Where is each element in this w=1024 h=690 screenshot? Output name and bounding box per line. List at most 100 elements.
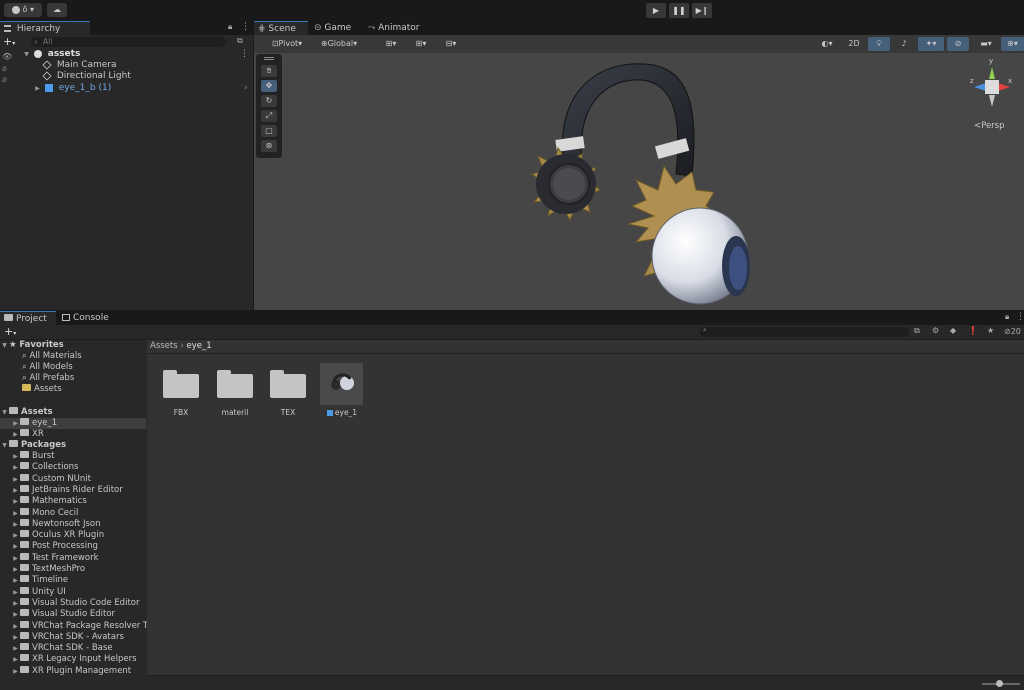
tab-animator[interactable]: ⤳ Animator (364, 21, 424, 35)
package-item[interactable]: ▶ XR Plugin Management (0, 665, 146, 677)
package-item[interactable]: ▶ Unity UI (0, 586, 146, 598)
grid-snap-dropdown[interactable]: ⊞▾ (378, 37, 404, 51)
breadcrumb-root[interactable]: Assets (150, 341, 178, 351)
pivot-dropdown[interactable]: ⊡Pivot▾ (264, 37, 310, 51)
filter-log-icon[interactable]: ❗ (968, 326, 978, 335)
package-item[interactable]: ▶ Burst (0, 451, 146, 462)
scene-root-row[interactable]: ▼ assets (22, 49, 253, 60)
chevron-right-icon[interactable]: › (244, 83, 248, 93)
package-item[interactable]: ▶ VRChat SDK - Base (0, 643, 146, 654)
favorite-item[interactable]: Assets (0, 384, 146, 395)
hierarchy-item[interactable]: Directional Light (42, 70, 131, 82)
package-item[interactable]: ▶ JetBrains Rider Editor (0, 484, 146, 496)
tab-hierarchy[interactable]: Hierarchy (0, 21, 90, 35)
favorites-header[interactable]: ▼ ★ Favorites (0, 340, 146, 351)
prefab-thumbnail[interactable] (320, 363, 363, 405)
hierarchy-item[interactable]: Main Camera (42, 59, 117, 71)
persp-toggle[interactable]: <Persp (974, 121, 1005, 131)
2d-toggle[interactable]: 2D (843, 37, 865, 51)
kebab-menu-icon[interactable]: ⋮ (1016, 312, 1024, 322)
increment-dropdown[interactable]: ⊟▾ (438, 37, 464, 51)
breadcrumb-current[interactable]: eye_1 (186, 341, 211, 351)
gameobject-icon (42, 70, 52, 81)
package-item[interactable]: ▶ Visual Studio Editor (0, 609, 146, 620)
move-tool-icon[interactable]: ✥ (261, 80, 277, 92)
hierarchy-search-row: +▾ ⌕ All ⧉ (0, 35, 253, 48)
scene-menu-icon[interactable]: ⋮ (240, 49, 249, 59)
tab-project[interactable]: Project (0, 311, 56, 325)
package-item[interactable]: ▶ Newtonsoft Json (0, 518, 146, 530)
search-input[interactable]: ⌕ All (31, 37, 226, 47)
add-button[interactable]: +▾ (4, 325, 16, 338)
cloud-button[interactable]: ☁ (47, 3, 67, 17)
orientation-gizmo[interactable]: y z x (970, 57, 1014, 109)
tab-game[interactable]: ⊝ Game (310, 21, 360, 35)
hierarchy-item-prefab[interactable]: ▶ eye_1_b (1) (33, 83, 111, 94)
rect-tool-icon[interactable]: ▢ (261, 125, 277, 137)
eye-icon[interactable]: 👁 (2, 52, 12, 61)
package-item[interactable]: ▶ Custom NUnit (0, 473, 146, 485)
zoom-slider[interactable] (982, 680, 1020, 687)
hidden-count[interactable]: ⊘20 (1004, 327, 1021, 336)
tree-folder-eye-1[interactable]: ▶ eye_1 (0, 418, 146, 429)
package-item[interactable]: ▶ Timeline (0, 575, 146, 586)
hidden-objects-toggle[interactable]: ⊘ (947, 37, 969, 51)
lighting-toggle[interactable]: 💡︎ (868, 37, 890, 51)
scene-view[interactable]: ⋕ Scene ⊝ Game ⤳ Animator ⊡Pivot▾ ⊕Globa… (254, 21, 1024, 310)
grid-icon: ⊞ (385, 39, 393, 48)
assets-header[interactable]: ▼ Assets (0, 407, 146, 418)
package-item[interactable]: ▶ Collections (0, 462, 146, 473)
eye-hidden-icon[interactable]: ø (2, 64, 7, 73)
favorite-item[interactable]: ⌕ All Prefabs (0, 373, 146, 384)
pause-button[interactable]: ❚❚ (669, 3, 689, 18)
account-dropdown[interactable]: ô ▾ (4, 3, 42, 17)
scale-tool-icon[interactable]: ⤢ (261, 110, 277, 122)
global-dropdown[interactable]: ⊕Global▾ (313, 37, 365, 51)
lock-icon[interactable]: 🔒︎ (228, 22, 232, 32)
folder-icon[interactable] (270, 368, 306, 398)
package-item[interactable]: ▶ Oculus XR Plugin (0, 530, 146, 541)
package-item[interactable]: ▶ XR Legacy Input Helpers (0, 654, 146, 665)
package-item[interactable]: ▶ Mathematics (0, 496, 146, 507)
package-item[interactable]: ▶ Mono Cecil (0, 507, 146, 519)
folder-icon[interactable] (163, 368, 199, 398)
play-button[interactable]: ▶ (646, 3, 666, 18)
filter-label-icon[interactable]: ◆ (950, 326, 956, 335)
folder-icon[interactable] (217, 368, 253, 398)
packages-header[interactable]: ▼ Packages (0, 440, 146, 451)
step-button[interactable]: ▶❙ (692, 3, 712, 18)
tab-console[interactable]: Console (58, 311, 114, 325)
tree-folder-xr[interactable]: ▶ XR (0, 429, 146, 440)
favorite-star-icon[interactable]: ★ (987, 326, 994, 335)
favorite-item[interactable]: ⌕ All Models (0, 362, 146, 373)
package-item[interactable]: ▶ VRChat Package Resolver T (0, 620, 148, 632)
draw-mode-dropdown[interactable]: ◐▾ (814, 37, 840, 51)
filter-type-icon[interactable]: ⚙ (932, 326, 939, 335)
package-item[interactable]: ▶ Test Framework (0, 552, 146, 564)
search-scope-icon[interactable]: ⧉ (914, 326, 920, 336)
scene-search-icon[interactable]: ⧉ (237, 36, 243, 46)
package-item[interactable]: ▶ Visual Studio Code Editor (0, 597, 146, 609)
effects-dropdown[interactable]: ✦▾ (918, 37, 944, 51)
project-search-input[interactable]: ⌕ (700, 326, 910, 337)
zoom-slider-handle[interactable] (996, 680, 1003, 687)
drag-handle[interactable] (264, 57, 274, 60)
rotate-tool-icon[interactable]: ↻ (261, 95, 277, 107)
favorite-item[interactable]: ⌕ All Materials (0, 351, 146, 362)
lock-icon[interactable]: 🔒︎ (1005, 312, 1009, 322)
transform-tool-icon[interactable]: ⊛ (261, 140, 277, 152)
headphones-model[interactable] (524, 56, 764, 306)
kebab-menu-icon[interactable]: ⋮ (241, 22, 250, 32)
package-item[interactable]: ▶ TextMeshPro (0, 564, 146, 575)
package-item[interactable]: ▶ Post Processing (0, 541, 146, 552)
snap-dropdown[interactable]: ⊞▾ (408, 37, 434, 51)
package-item[interactable]: ▶ VRChat SDK - Avatars (0, 631, 146, 643)
gizmos-dropdown[interactable]: ⊕▾ (1001, 37, 1024, 51)
add-button[interactable]: +▾ (3, 35, 15, 48)
camera-dropdown[interactable]: ▬▾ (974, 37, 998, 51)
chevron-right-icon: ▶ (13, 577, 18, 585)
audio-toggle[interactable]: ♪ (893, 37, 915, 51)
tab-scene[interactable]: ⋕ Scene (254, 21, 308, 35)
eye-hidden-icon[interactable]: ø (2, 75, 7, 84)
hand-tool-icon[interactable]: ✋︎ (261, 65, 277, 77)
